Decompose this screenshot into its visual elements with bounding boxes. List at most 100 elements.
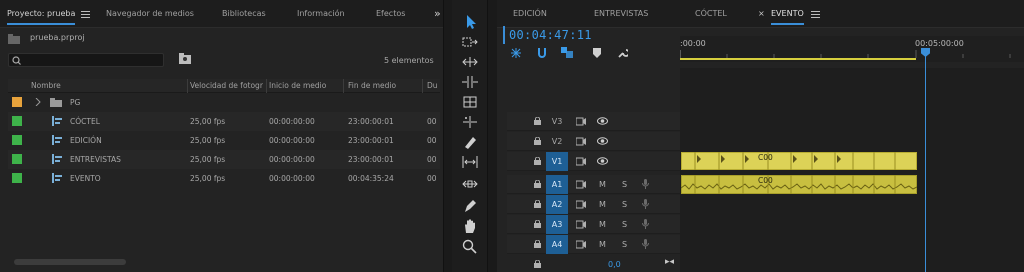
- track-target-v3[interactable]: V3: [546, 112, 568, 131]
- clip-label: C00: [758, 176, 773, 185]
- column-frame-rate[interactable]: Velocidad de fotogr: [190, 79, 264, 93]
- project-tab-bar: Proyecto: prueba Navegador de medios Bib…: [0, 0, 443, 28]
- label-color-swatch[interactable]: [12, 135, 22, 145]
- track-target-a3[interactable]: A3: [546, 215, 568, 234]
- wrench-icon[interactable]: [617, 47, 628, 58]
- nest-icon[interactable]: [511, 48, 521, 58]
- column-divider[interactable]: [343, 79, 344, 93]
- tab-media-browser[interactable]: Navegador de medios: [106, 0, 194, 28]
- tab-sequence-evento[interactable]: EVENTO: [771, 0, 804, 28]
- pen-tool-icon[interactable]: [461, 198, 479, 214]
- label-color-swatch[interactable]: [12, 173, 22, 183]
- work-area-bar[interactable]: [680, 58, 916, 60]
- lock-icon[interactable]: [534, 117, 541, 125]
- eye-icon[interactable]: [597, 157, 608, 165]
- solo-button[interactable]: S: [622, 235, 627, 254]
- playhead-timecode[interactable]: 00:04:47:11: [509, 28, 592, 42]
- eye-icon[interactable]: [597, 137, 608, 145]
- snap-icon[interactable]: [537, 48, 547, 58]
- slip-edit-tool-icon[interactable]: [461, 176, 479, 192]
- mute-button[interactable]: M: [599, 215, 606, 234]
- column-divider[interactable]: [187, 79, 188, 93]
- solo-button[interactable]: S: [622, 175, 627, 194]
- bin-icon: [50, 98, 62, 107]
- column-divider[interactable]: [266, 79, 267, 93]
- sync-lock-icon[interactable]: [576, 157, 586, 166]
- mute-button[interactable]: M: [599, 235, 606, 254]
- panel-overflow-icon[interactable]: »: [434, 0, 441, 28]
- tab-libraries[interactable]: Bibliotecas: [222, 0, 266, 28]
- master-volume-value[interactable]: 0,0: [608, 260, 621, 269]
- tab-info[interactable]: Información: [297, 0, 345, 28]
- tab-sequence-entrevistas[interactable]: ENTREVISTAS: [594, 0, 648, 28]
- project-file-name: prueba.prproj: [30, 33, 85, 42]
- rolling-edit-tool-icon[interactable]: [461, 74, 479, 90]
- microphone-icon[interactable]: [642, 219, 649, 229]
- lock-icon[interactable]: [534, 220, 541, 228]
- solo-button[interactable]: S: [622, 215, 627, 234]
- tab-sequence-coctel[interactable]: CÓCTEL: [695, 0, 727, 28]
- tab-effects[interactable]: Efectos: [376, 0, 405, 28]
- razor-tool-icon[interactable]: [461, 134, 479, 150]
- track-target-a2[interactable]: A2: [546, 195, 568, 214]
- tab-sequence-edicion[interactable]: EDICIÓN: [513, 0, 547, 28]
- solo-button[interactable]: S: [622, 195, 627, 214]
- panel-menu-icon[interactable]: [81, 11, 90, 18]
- track-target-v2[interactable]: V2: [546, 132, 568, 151]
- close-tab-icon[interactable]: ×: [758, 0, 765, 28]
- column-duration[interactable]: Du: [427, 79, 439, 93]
- lock-icon[interactable]: [534, 240, 541, 248]
- track-target-a1[interactable]: A1: [546, 175, 568, 194]
- sync-lock-icon[interactable]: [576, 200, 586, 209]
- zoom-tool-icon[interactable]: [461, 238, 479, 254]
- add-marker-icon[interactable]: [593, 48, 601, 58]
- slide-tool-icon[interactable]: [461, 154, 479, 170]
- hand-tool-icon[interactable]: [461, 218, 479, 234]
- column-media-start[interactable]: Inicio de medio: [269, 79, 326, 93]
- lock-icon[interactable]: [534, 260, 541, 268]
- timeline-panel: EDICIÓN ENTREVISTAS CÓCTEL × EVENTO 00:0…: [497, 0, 1024, 272]
- timecode-indicator: [503, 26, 505, 44]
- label-color-swatch[interactable]: [12, 97, 22, 107]
- track-target-a4[interactable]: A4: [546, 235, 568, 254]
- rate-stretch-tool-icon[interactable]: [461, 94, 479, 110]
- sync-lock-icon[interactable]: [576, 220, 586, 229]
- microphone-icon[interactable]: [642, 179, 649, 189]
- label-color-swatch[interactable]: [12, 154, 22, 164]
- column-media-end[interactable]: Fin de medio: [348, 79, 396, 93]
- go-to-edit-icon[interactable]: ▸◂: [665, 257, 674, 267]
- track-header-a4: [507, 235, 680, 254]
- column-name[interactable]: Nombre: [31, 79, 61, 93]
- sync-lock-icon[interactable]: [576, 117, 586, 126]
- horizontal-scrollbar[interactable]: [14, 259, 126, 265]
- track-select-tool-icon[interactable]: [461, 34, 479, 50]
- lock-icon[interactable]: [534, 200, 541, 208]
- ripple-edit-tool-icon[interactable]: [461, 54, 479, 70]
- playhead-line[interactable]: [925, 52, 926, 272]
- track-target-v1[interactable]: V1: [546, 152, 568, 171]
- column-divider[interactable]: [422, 79, 423, 93]
- lock-icon[interactable]: [534, 137, 541, 145]
- expand-arrow-icon[interactable]: [35, 98, 41, 106]
- sync-lock-icon[interactable]: [576, 240, 586, 249]
- microphone-icon[interactable]: [642, 239, 649, 249]
- lock-icon[interactable]: [534, 157, 541, 165]
- mute-button[interactable]: M: [599, 175, 606, 194]
- media-end-value: 23:00:00:01: [348, 136, 394, 145]
- sync-lock-icon[interactable]: [576, 137, 586, 146]
- lock-icon[interactable]: [534, 180, 541, 188]
- sync-lock-icon[interactable]: [576, 180, 586, 189]
- slip-tool-icon[interactable]: [461, 114, 479, 130]
- tab-project[interactable]: Proyecto: prueba: [7, 0, 76, 28]
- find-bin-icon[interactable]: [179, 53, 191, 64]
- duration-value: 00: [427, 174, 437, 183]
- label-color-swatch[interactable]: [12, 116, 22, 126]
- eye-icon[interactable]: [597, 117, 608, 125]
- linked-selection-icon[interactable]: [561, 47, 573, 58]
- panel-menu-icon[interactable]: [811, 11, 820, 18]
- search-input[interactable]: [8, 53, 164, 67]
- mute-button[interactable]: M: [599, 195, 606, 214]
- selection-tool-icon[interactable]: [461, 14, 479, 30]
- microphone-icon[interactable]: [642, 199, 649, 209]
- track-canvas[interactable]: [680, 68, 1024, 272]
